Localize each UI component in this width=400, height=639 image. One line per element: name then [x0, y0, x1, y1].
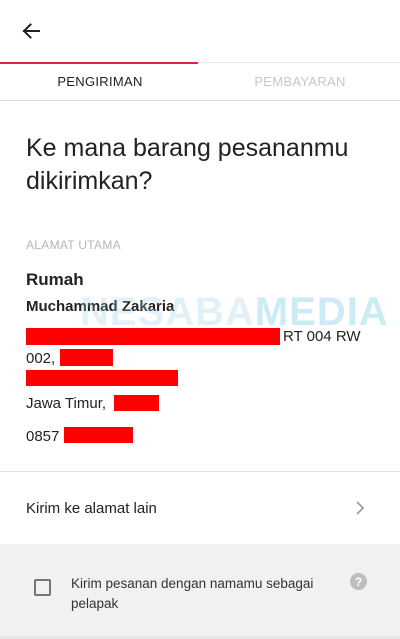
dropship-checkbox[interactable] — [34, 579, 51, 596]
redacted-block — [26, 370, 178, 386]
address-line2-prefix: 002, — [26, 350, 56, 367]
redacted-block — [64, 427, 133, 443]
help-icon[interactable]: ? — [350, 573, 367, 590]
checkout-tabs: PENGIRIMAN PEMBAYARAN — [0, 62, 400, 101]
section-label-main-address: ALAMAT UTAMA — [26, 238, 121, 252]
address-line4-prefix: Jawa Timur, — [26, 395, 107, 412]
redacted-block — [26, 328, 280, 345]
back-button[interactable] — [16, 16, 46, 46]
address-line1-suffix: RT 004 RW — [283, 328, 361, 345]
send-to-other-address-row[interactable]: Kirim ke alamat lain — [0, 472, 400, 544]
arrow-left-icon — [22, 23, 40, 39]
dropship-option: Kirim pesanan dengan namamu sebagai pela… — [0, 544, 400, 639]
top-bar — [0, 0, 400, 62]
redacted-block — [114, 395, 159, 411]
redacted-block — [60, 349, 113, 366]
tab-pembayaran[interactable]: PEMBAYARAN — [200, 62, 400, 100]
send-to-other-address-label: Kirim ke alamat lain — [26, 500, 157, 517]
dropship-label: Kirim pesanan dengan namamu sebagai pela… — [71, 576, 314, 611]
phone-prefix: 0857 — [26, 428, 60, 445]
chevron-right-icon — [356, 501, 365, 515]
page-title: Ke mana barang pesananmu dikirimkan? — [26, 134, 349, 195]
tab-pengiriman[interactable]: PENGIRIMAN — [0, 62, 200, 100]
address-label: Rumah — [26, 270, 84, 289]
